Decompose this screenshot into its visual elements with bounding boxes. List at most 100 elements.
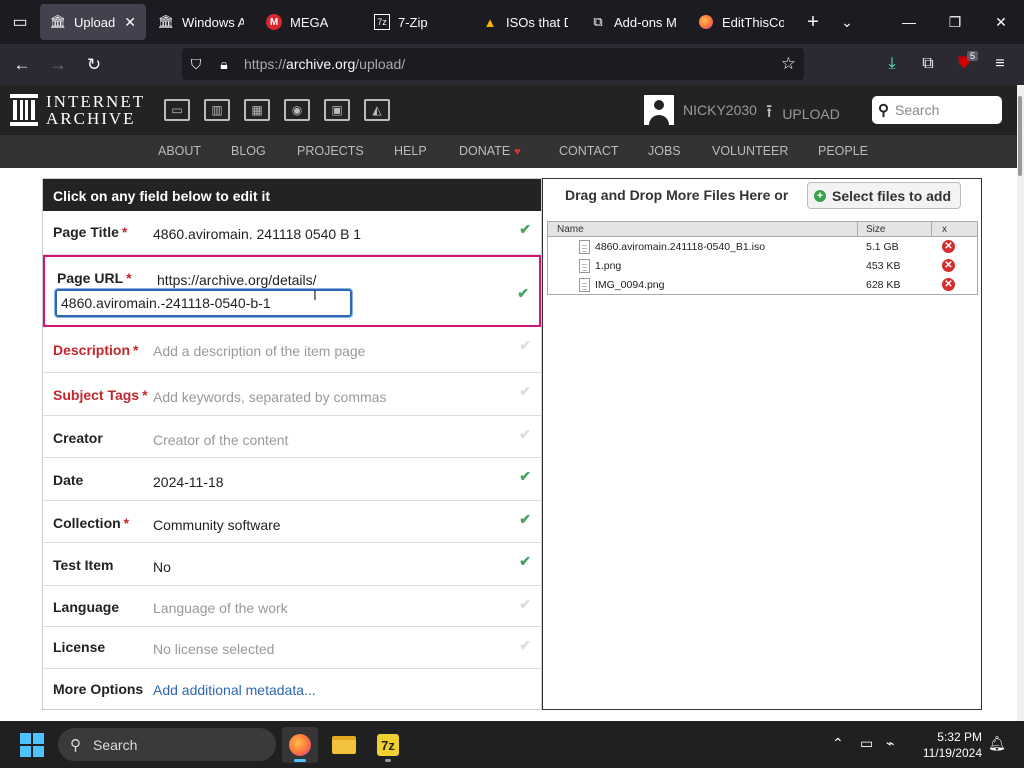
add-metadata-link[interactable]: Add additional metadata... <box>153 682 316 698</box>
taskbar-firefox[interactable] <box>282 727 318 763</box>
nav-people[interactable]: PEOPLE <box>818 144 868 158</box>
collection-row[interactable]: Collection * Community software ✔ <box>43 501 541 543</box>
tab-isos[interactable]: ▲ ISOs that D <box>472 4 578 40</box>
language-row[interactable]: Language Language of the work ✔ <box>43 586 541 627</box>
url-text[interactable]: https://archive.org/upload/ <box>244 56 405 72</box>
language-placeholder[interactable]: Language of the work <box>153 600 288 616</box>
tab-windows[interactable]: 🏛 Windows A <box>148 4 254 40</box>
avatar[interactable] <box>644 95 674 125</box>
images-icon[interactable]: ◭ <box>364 99 390 121</box>
clock[interactable]: 5:32 PM 11/19/2024 <box>918 729 982 761</box>
nav-contact[interactable]: CONTACT <box>559 144 619 158</box>
notification-bell-icon[interactable]: 🔔︎ <box>988 735 1006 752</box>
file-upload-panel[interactable]: Drag and Drop More Files Here or + Selec… <box>542 178 982 710</box>
test-item-row[interactable]: Test Item No ✔ <box>43 543 541 586</box>
nav-about[interactable]: ABOUT <box>158 144 201 158</box>
web-icon[interactable]: ▭ <box>164 99 190 121</box>
collection-value[interactable]: Community software <box>153 517 281 533</box>
firefox-icon <box>289 734 311 756</box>
file-icon <box>579 240 590 254</box>
texts-icon[interactable]: ▥ <box>204 99 230 121</box>
ia-logo[interactable]: INTERNET ARCHIVE <box>10 93 145 127</box>
bookmark-star-icon[interactable]: ☆ <box>781 54 796 74</box>
ublock-icon[interactable]: ⛊ 5 <box>946 48 982 80</box>
video-icon[interactable]: ▦ <box>244 99 270 121</box>
taskbar-search[interactable]: ⚲ Search <box>58 728 276 761</box>
creator-placeholder[interactable]: Creator of the content <box>153 432 288 448</box>
network-icon[interactable]: ⌁ <box>886 735 894 752</box>
date-value[interactable]: 2024-11-18 <box>153 474 224 490</box>
remove-file-icon[interactable]: ✕ <box>942 278 955 291</box>
reload-icon[interactable]: ↻ <box>76 49 112 81</box>
tab-editthiscookie[interactable]: EditThisCo <box>688 4 794 40</box>
taskbar-7zip[interactable]: 7z <box>370 727 406 763</box>
col-name-header[interactable]: Name <box>557 224 584 235</box>
username[interactable]: NICKY2030 <box>683 102 757 118</box>
creator-row[interactable]: Creator Creator of the content ✔ <box>43 416 541 458</box>
subject-tags-label: Subject Tags * <box>53 387 148 403</box>
nav-help[interactable]: HELP <box>394 144 427 158</box>
close-window-icon[interactable]: ✕ <box>978 0 1024 44</box>
scrollbar-thumb[interactable] <box>1018 96 1022 176</box>
upload-link[interactable]: ⭱ UPLOAD <box>766 99 840 129</box>
tab-upload[interactable]: 🏛 Upload ✕ <box>40 4 146 40</box>
browser-navigation-bar: ← → ↻ ⛉ 🔒︎ https://archive.org/upload/ ☆… <box>0 44 1024 85</box>
nav-donate[interactable]: DONATE ♥ <box>459 144 521 158</box>
date-row[interactable]: Date 2024-11-18 ✔ <box>43 458 541 501</box>
lock-icon[interactable]: 🔒︎ <box>210 56 238 73</box>
nav-projects[interactable]: PROJECTS <box>297 144 364 158</box>
taskbar-file-explorer[interactable] <box>326 727 362 763</box>
search-icon: ⚲ <box>878 102 889 119</box>
test-item-value[interactable]: No <box>153 559 171 575</box>
file-row: 1.png 453 KB ✕ <box>548 256 977 275</box>
audio-icon[interactable]: ◉ <box>284 99 310 121</box>
list-all-tabs-icon[interactable]: ⌄ <box>830 14 864 31</box>
subject-tags-row[interactable]: Subject Tags * Add keywords, separated by… <box>43 373 541 416</box>
forward-arrow-icon[interactable]: → <box>40 49 76 81</box>
col-x-header: x <box>942 224 947 235</box>
subject-tags-placeholder[interactable]: Add keywords, separated by commas <box>153 389 386 405</box>
ia-search-input[interactable] <box>895 102 991 118</box>
close-tab-icon[interactable]: ✕ <box>124 14 136 31</box>
display-icon[interactable]: ▭ <box>860 735 873 752</box>
page-scrollbar[interactable] <box>1017 85 1024 721</box>
select-files-button[interactable]: + Select files to add <box>807 182 961 209</box>
nav-blog[interactable]: BLOG <box>231 144 266 158</box>
plus-icon: + <box>814 189 826 202</box>
nav-volunteer[interactable]: VOLUNTEER <box>712 144 788 158</box>
page-url-input[interactable] <box>54 288 353 318</box>
file-size: 5.1 GB <box>866 241 899 253</box>
page-url-row[interactable]: Page URL* https://archive.org/details/ I… <box>43 255 541 327</box>
check-icon: ✔ <box>517 285 529 301</box>
browser-tab-strip: ▭ 🏛 Upload ✕ 🏛 Windows A M MEGA 7z 7-Zip… <box>0 0 1024 44</box>
extensions-icon[interactable]: ⧉ <box>910 48 946 80</box>
tab-addons[interactable]: ⧉ Add-ons M <box>580 4 686 40</box>
back-arrow-icon[interactable]: ← <box>4 49 40 81</box>
address-bar[interactable]: ⛉ 🔒︎ https://archive.org/upload/ ☆ <box>182 48 804 80</box>
file-name: IMG_0094.png <box>595 279 665 291</box>
tab-mega[interactable]: M MEGA <box>256 4 362 40</box>
show-hidden-icons-chevron-up-icon[interactable]: ⌃ <box>832 735 844 752</box>
tab-7zip[interactable]: 7z 7-Zip <box>364 4 470 40</box>
downloads-icon[interactable]: ⤓ <box>874 48 910 80</box>
ia-search-box[interactable]: ⚲ <box>872 96 1002 124</box>
windows-start-icon[interactable] <box>20 733 44 757</box>
restore-icon[interactable]: ❐ <box>932 0 978 44</box>
license-row[interactable]: License No license selected ✔ <box>43 627 541 669</box>
software-icon[interactable]: ▣ <box>324 99 350 121</box>
tab-overview-icon[interactable]: ▭ <box>0 0 40 44</box>
description-placeholder[interactable]: Add a description of the item page <box>153 343 365 359</box>
remove-file-icon[interactable]: ✕ <box>942 240 955 253</box>
new-tab-button[interactable]: + <box>796 11 830 34</box>
shield-icon[interactable]: ⛉ <box>182 56 210 73</box>
col-size-header[interactable]: Size <box>866 224 885 235</box>
license-value[interactable]: No license selected <box>153 641 274 657</box>
page-title-label: Page Title * <box>53 224 128 240</box>
menu-icon[interactable]: ≡ <box>982 48 1018 80</box>
page-title-value[interactable]: 4860.aviromain. 241118 0540 B 1 <box>153 226 361 242</box>
description-row[interactable]: Description * Add a description of the it… <box>43 327 541 373</box>
remove-file-icon[interactable]: ✕ <box>942 259 955 272</box>
nav-jobs[interactable]: JOBS <box>648 144 681 158</box>
minimize-icon[interactable]: — <box>886 0 932 44</box>
page-title-row[interactable]: Page Title * 4860.aviromain. 241118 0540 … <box>43 211 541 255</box>
